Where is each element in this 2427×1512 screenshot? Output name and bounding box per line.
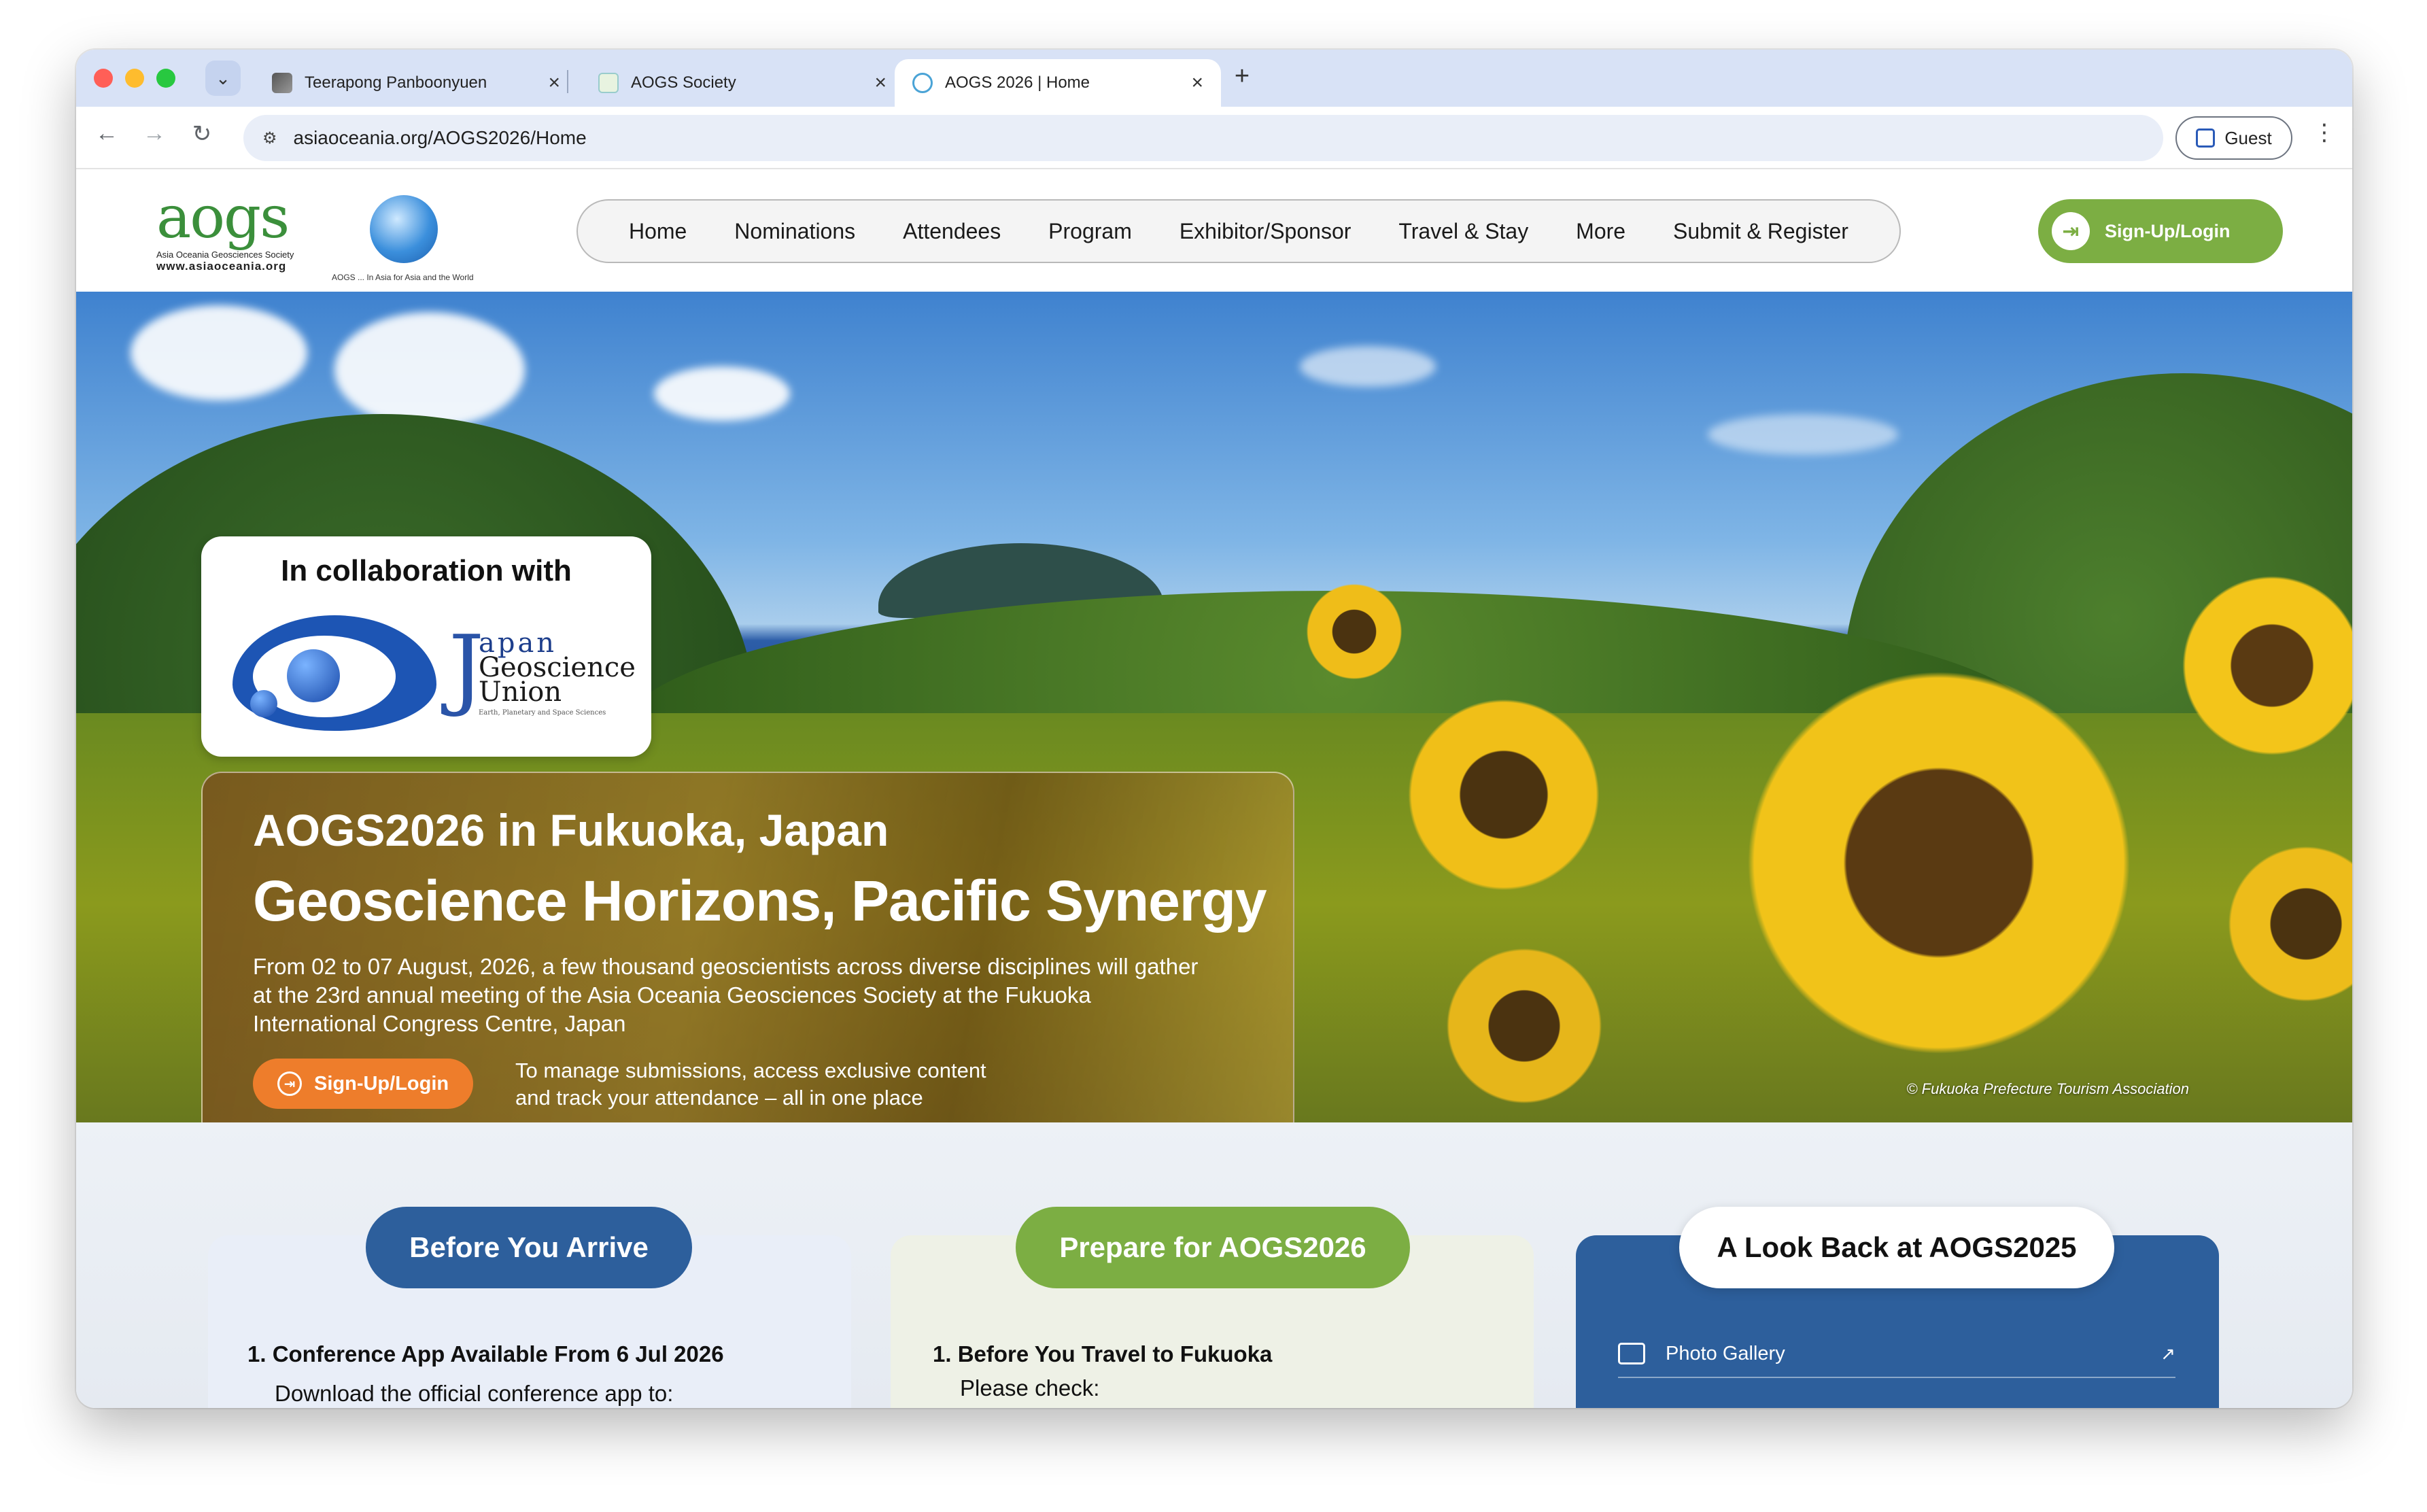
globe-logo-caption: AOGS ... In Asia for Asia and the World — [332, 273, 474, 282]
tab-title: Teerapong Panboonyuen — [305, 73, 487, 92]
photo-gallery-link[interactable]: Photo Gallery ↗ — [1618, 1330, 2175, 1378]
login-arrow-icon: ⇥ — [277, 1071, 302, 1096]
tab-title: AOGS Society — [631, 73, 736, 92]
jgu-line3: Union — [479, 676, 562, 708]
prepare-item-1: 1. Before You Travel to Fukuoka — [933, 1341, 1273, 1367]
tab-search-chevron-icon[interactable]: ⌄ — [205, 61, 241, 96]
aogs-logo-url: www.asiaoceania.org — [156, 260, 287, 273]
profile-label: Guest — [2224, 127, 2272, 148]
minimize-window-button[interactable] — [125, 69, 144, 88]
maximize-window-button[interactable] — [156, 69, 175, 88]
sunflower-shape — [1395, 686, 1613, 904]
nav-attendees[interactable]: Attendees — [903, 219, 1001, 244]
nav-submit-register[interactable]: Submit & Register — [1673, 219, 1848, 244]
close-window-button[interactable] — [94, 69, 113, 88]
cloud-shape — [1708, 414, 1898, 455]
signup-label: Sign-Up/Login — [2105, 220, 2231, 241]
cloud-shape — [1300, 346, 1436, 387]
hero-headline: Geoscience Horizons, Pacific Synergy — [253, 869, 1267, 933]
hero-cta-note-line2: and track your attendance – all in one p… — [515, 1086, 923, 1110]
forward-arrow-icon[interactable]: → — [137, 120, 171, 147]
tab-teerapong[interactable]: Teerapong Panboonyuen × — [254, 59, 578, 107]
hero-title: AOGS2026 in Fukuoka, Japan — [253, 805, 889, 855]
prepare-for-aogs2026-button[interactable]: Prepare for AOGS2026 — [1016, 1207, 1410, 1288]
browser-toolbar: ← → ↻ ⚙ asiaoceania.org/AOGS2026/Home Gu… — [76, 107, 2352, 169]
hero-cta-note: To manage submissions, access exclusive … — [515, 1057, 986, 1112]
cloud-shape — [131, 305, 307, 400]
hero-signup-login-button[interactable]: ⇥ Sign-Up/Login — [253, 1059, 473, 1109]
before-item-1-sub: Download the official conference app to: — [275, 1381, 674, 1406]
back-arrow-icon[interactable]: ← — [90, 120, 124, 147]
menu-kebab-icon[interactable]: ⋮ — [2313, 119, 2336, 146]
external-arrow-icon: ↗ — [2161, 1343, 2175, 1364]
nav-more[interactable]: More — [1576, 219, 1625, 244]
hero-cta-label: Sign-Up/Login — [314, 1072, 449, 1095]
main-navigation: Home Nominations Attendees Program Exhib… — [576, 199, 1901, 263]
nav-exhibitor-sponsor[interactable]: Exhibitor/Sponsor — [1180, 219, 1352, 244]
tab-title: AOGS 2026 | Home — [945, 73, 1090, 92]
jgu-ball-shape — [287, 649, 340, 702]
hero-cta-note-line1: To manage submissions, access exclusive … — [515, 1059, 986, 1082]
jgu-logo-icon[interactable] — [233, 615, 441, 731]
photo-gallery-label: Photo Gallery — [1666, 1342, 1785, 1364]
globe-logo-icon[interactable] — [370, 195, 438, 263]
reload-icon[interactable]: ↻ — [185, 120, 219, 148]
hero-banner: © Fukuoka Prefecture Tourism Association… — [76, 292, 2352, 1122]
tab-separator — [567, 70, 568, 93]
aogs-logo[interactable]: aogs Asia Oceania Geosciences Society ww… — [156, 188, 326, 277]
before-item-1: 1. Conference App Available From 6 Jul 2… — [247, 1341, 724, 1367]
tab-strip: ⌄ Teerapong Panboonyuen × AOGS Society ×… — [76, 50, 2352, 107]
cloud-shape — [654, 366, 790, 421]
site-info-icon[interactable]: ⚙ — [262, 128, 277, 148]
tab-close-icon[interactable]: × — [874, 71, 887, 94]
hero-info-card: AOGS2026 in Fukuoka, Japan Geoscience Ho… — [201, 772, 1294, 1122]
photo-credit: © Fukuoka Prefecture Tourism Association — [1906, 1080, 2189, 1097]
collaboration-title: In collaboration with — [281, 554, 572, 587]
hero-description: From 02 to 07 August, 2026, a few thousa… — [253, 954, 1199, 1036]
jgu-tagline: Earth, Planetary and Space Sciences — [479, 709, 606, 717]
site-header: aogs Asia Oceania Geosciences Society ww… — [76, 171, 2352, 292]
tab-close-icon[interactable]: × — [1191, 71, 1203, 94]
tab-favicon-icon — [598, 73, 619, 93]
tab-aogs-2026-home[interactable]: AOGS 2026 | Home × — [895, 59, 1221, 107]
collaboration-card: In collaboration with J apan Geoscience … — [201, 536, 651, 757]
tab-aogs-society[interactable]: AOGS Society × — [581, 59, 904, 107]
browser-window: ⌄ Teerapong Panboonyuen × AOGS Society ×… — [76, 50, 2352, 1408]
profile-button[interactable]: Guest — [2175, 116, 2292, 160]
before-you-arrive-button[interactable]: Before You Arrive — [366, 1207, 692, 1288]
tab-close-icon[interactable]: × — [548, 71, 560, 94]
aogs-logo-mark: aogs — [156, 184, 290, 252]
new-tab-button[interactable]: + — [1225, 62, 1259, 91]
address-bar[interactable]: ⚙ asiaoceania.org/AOGS2026/Home — [243, 115, 2163, 161]
prepare-item-1-sub: Please check: — [960, 1375, 1100, 1401]
url-text: asiaoceania.org/AOGS2026/Home — [293, 127, 587, 148]
header-signup-login-button[interactable]: ⇥ Sign-Up/Login — [2038, 199, 2283, 263]
look-back-aogs2025-button[interactable]: A Look Back at AOGS2025 — [1679, 1207, 2114, 1288]
image-gallery-icon — [1618, 1343, 1645, 1364]
aogs-logo-name: Asia Oceania Geosciences Society — [156, 250, 294, 260]
nav-program[interactable]: Program — [1048, 219, 1132, 244]
sunflower-shape — [1436, 938, 1613, 1114]
nav-nominations[interactable]: Nominations — [734, 219, 855, 244]
nav-home[interactable]: Home — [629, 219, 687, 244]
profile-icon — [2196, 128, 2216, 148]
sunflower-shape — [1300, 577, 1409, 686]
jgu-ball-shape — [250, 690, 277, 717]
cloud-shape — [334, 312, 525, 428]
sunflower-shape — [1721, 645, 2156, 1080]
nav-travel-stay[interactable]: Travel & Stay — [1398, 219, 1528, 244]
tab-favicon-icon — [912, 73, 933, 93]
tab-favicon-icon — [272, 73, 292, 93]
login-arrow-icon: ⇥ — [2052, 212, 2090, 250]
